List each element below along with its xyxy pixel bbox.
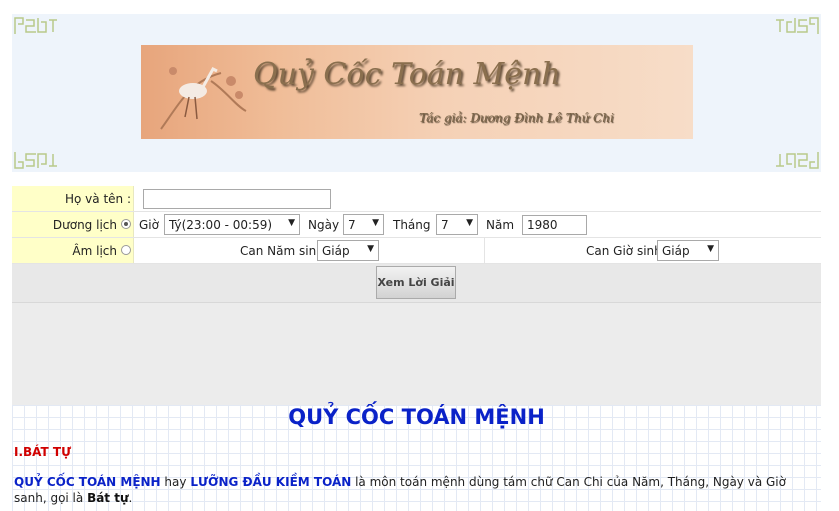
can-year-select[interactable]: Giáp ▼ (317, 240, 379, 261)
dropdown-arrow-icon: ▼ (288, 218, 295, 228)
name-label: Họ và tên : (65, 192, 131, 206)
banner-author: Tác giả: Dương Đình Lê Thứ Chi (419, 111, 614, 125)
corner-ornament-icon (775, 16, 819, 36)
lunar-radio[interactable] (121, 245, 131, 255)
solar-label: Dương lịch (52, 218, 117, 232)
article-title: QUỶ CỐC TOÁN MỆNH (288, 405, 545, 429)
corner-ornament-icon (775, 150, 819, 170)
day-label: Ngày (308, 218, 340, 232)
lunar-row: Âm lịch Can Năm sinh Giáp ▼ Can Giờ sinh … (12, 238, 821, 264)
dropdown-arrow-icon: ▼ (466, 218, 473, 228)
hour-label: Giờ (139, 218, 159, 232)
dropdown-arrow-icon: ▼ (707, 244, 714, 254)
day-select[interactable]: 7 ▼ (343, 214, 384, 235)
dropdown-arrow-icon: ▼ (367, 244, 374, 254)
lunar-label: Âm lịch (72, 244, 117, 258)
solar-row: Dương lịch Giờ Tý(23:00 - 00:59) ▼ Ngày 7… (12, 212, 821, 238)
month-label: Tháng (393, 218, 431, 232)
banner-title: Quỷ Cốc Toán Mệnh (253, 57, 561, 92)
month-select[interactable]: 7 ▼ (436, 214, 478, 235)
name-row: Họ và tên : (12, 186, 821, 212)
dropdown-arrow-icon: ▼ (372, 218, 379, 228)
result-area (12, 303, 821, 405)
article-paragraph: QUỶ CỐC TOÁN MỆNH hay LƯỠNG ĐẦU KIỀM TOÁ… (14, 475, 786, 505)
section-heading: I.BÁT TỰ (14, 445, 72, 459)
name-input[interactable] (143, 189, 331, 209)
view-solution-button[interactable]: Xem Lời Giải (376, 266, 456, 299)
can-hour-label: Can Giờ sinh (586, 244, 662, 258)
year-label: Năm (486, 218, 515, 232)
can-year-label: Can Năm sinh (240, 244, 324, 258)
article-content: QUỶ CỐC TOÁN MỆNH I.BÁT TỰ QUỶ CỐC TOÁN … (12, 405, 821, 511)
hour-select[interactable]: Tý(23:00 - 00:59) ▼ (164, 214, 300, 235)
solar-radio[interactable] (121, 219, 131, 229)
crane-icon (151, 51, 251, 138)
can-hour-select[interactable]: Giáp ▼ (657, 240, 719, 261)
banner-image: Quỷ Cốc Toán Mệnh Tác giả: Dương Đình Lê… (141, 45, 693, 139)
year-input[interactable]: 1980 (522, 215, 587, 235)
corner-ornament-icon (14, 16, 58, 36)
submit-bar: Xem Lời Giải (12, 264, 821, 303)
corner-ornament-icon (14, 150, 58, 170)
